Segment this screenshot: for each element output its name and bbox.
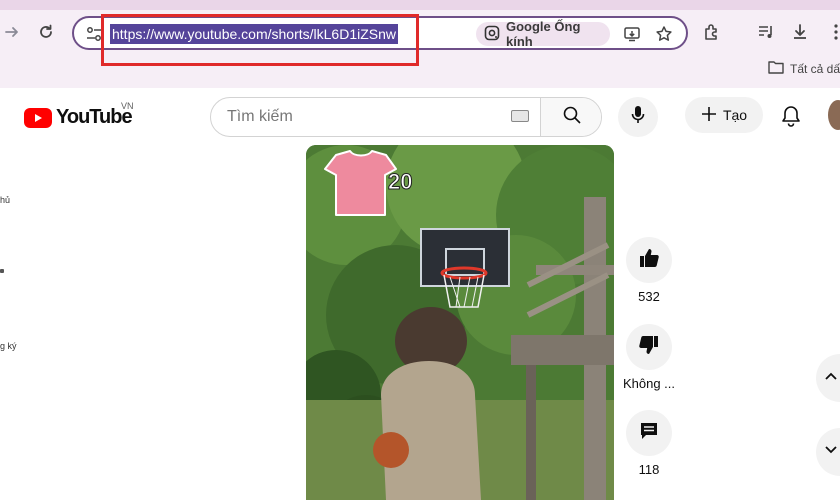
sidebar-item-label[interactable]: g ký [0,341,17,351]
dislike-label: Không ... [622,376,676,391]
short-video-player[interactable]: 20 [306,145,614,500]
avatar[interactable] [828,100,840,130]
search-input[interactable] [227,98,507,136]
region-code: VN [121,101,134,111]
comments-button[interactable] [626,410,672,456]
next-short-button[interactable] [816,428,840,476]
create-label: Tạo [722,107,748,123]
youtube-logo[interactable]: YouTube [24,106,133,129]
search-box [210,97,602,137]
search-icon [562,105,582,130]
create-button[interactable]: Tạo [685,97,763,133]
plus-icon [701,106,717,125]
dislike-action[interactable]: Không ... [622,324,676,391]
voice-search-button[interactable] [618,97,658,137]
browser-toolbar: https://www.youtube.com/shorts/lkL6D1iZS… [0,0,840,88]
previous-short-button[interactable] [816,354,840,402]
lens-label: Google Ống kính [506,19,581,49]
url-highlight-box [101,14,419,66]
folder-icon [768,60,784,77]
like-action[interactable]: 532 [625,237,673,304]
tab-strip [0,0,840,10]
extensions-icon[interactable] [700,20,724,44]
install-app-icon[interactable] [622,24,642,44]
sidebar-item-label[interactable]: hủ [0,195,10,205]
comment-icon [638,420,660,447]
thumbs-up-icon [638,247,660,274]
forward-icon[interactable] [0,20,24,44]
video-frame-image [306,145,614,500]
dislike-button[interactable] [626,324,672,370]
comments-action[interactable]: 118 [625,410,673,477]
lens-icon [484,25,500,44]
download-icon[interactable] [788,20,812,44]
bookmarks-folder-label: Tất cả dấ [790,61,840,76]
chevron-up-icon [823,368,839,389]
youtube-play-icon [24,107,52,128]
search-button[interactable] [540,98,601,136]
overlay-counter: 20 [387,169,413,195]
menu-icon[interactable] [824,20,840,44]
thumbs-down-icon [638,334,660,361]
like-button[interactable] [626,237,672,283]
keyboard-icon[interactable] [511,110,529,122]
notifications-bell-icon[interactable] [780,104,802,128]
media-control-icon[interactable] [754,20,778,44]
comment-count: 118 [638,462,660,477]
sidebar-item-icon [0,269,4,273]
reload-icon[interactable] [34,20,58,44]
google-lens-button[interactable]: Google Ống kính [476,19,610,49]
like-count: 532 [638,289,660,304]
chevron-down-icon [823,442,839,463]
microphone-icon [630,105,646,130]
bookmark-star-icon[interactable] [654,24,674,44]
bookmarks-folder[interactable]: Tất cả dấ [768,60,840,77]
